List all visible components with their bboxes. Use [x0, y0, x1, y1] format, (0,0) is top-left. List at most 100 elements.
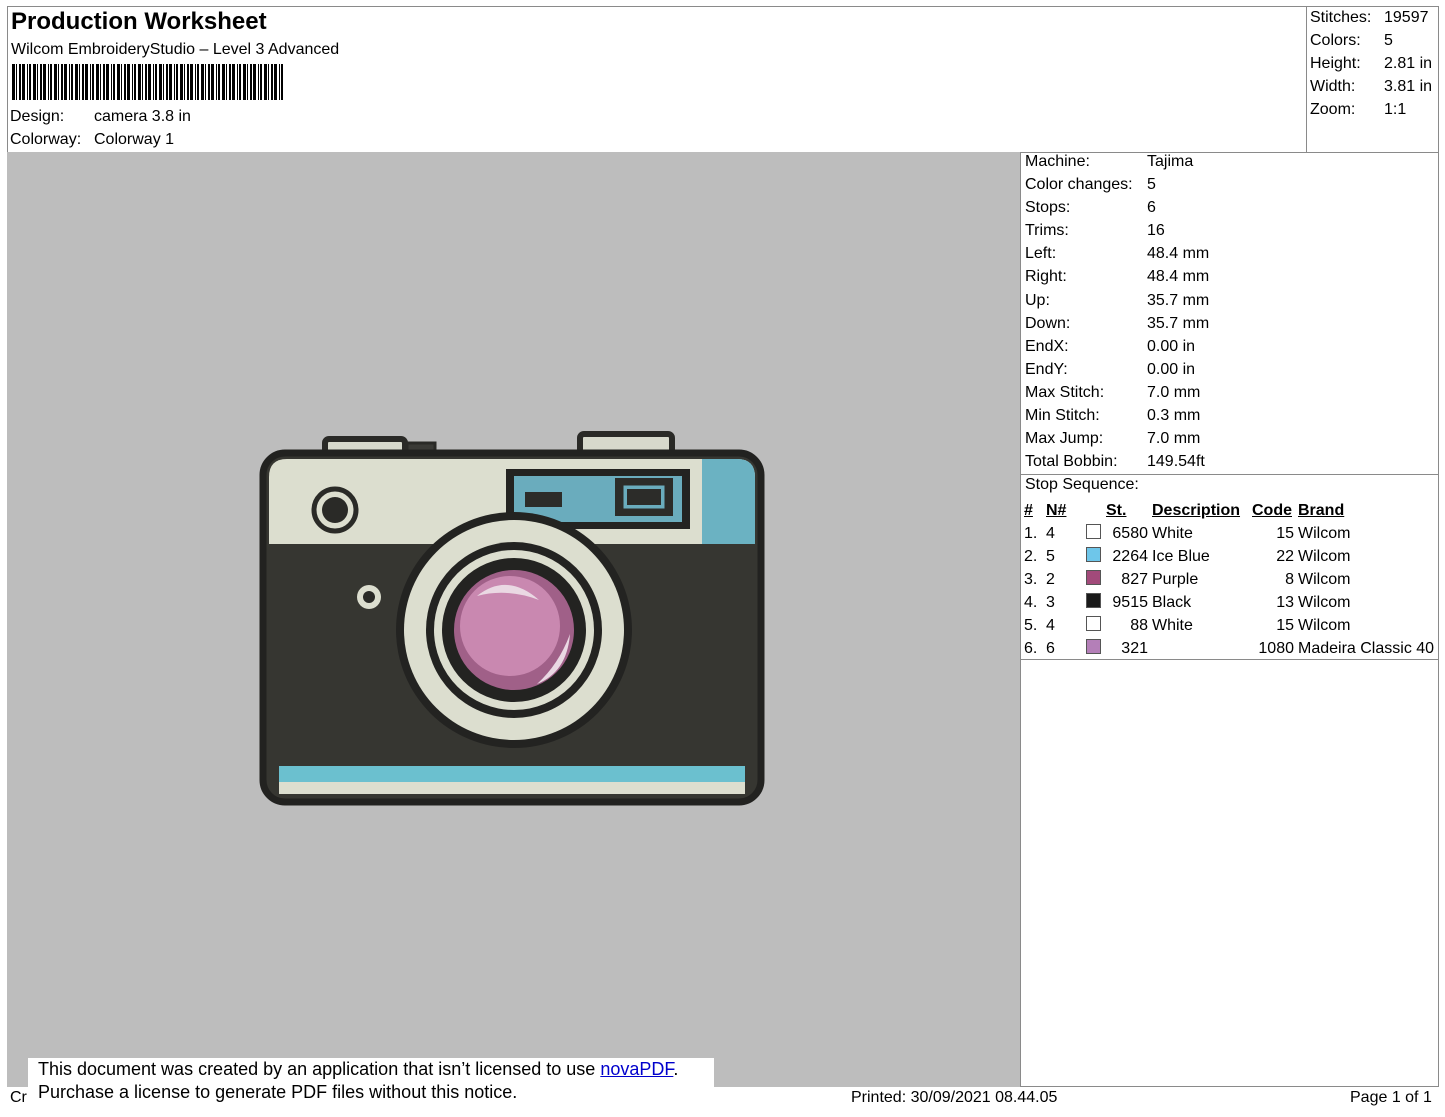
spec-value: 35.7 mm — [1147, 291, 1210, 309]
stat-row: Zoom: 1:1 — [1310, 100, 1432, 123]
row-brand: Wilcom — [1298, 570, 1351, 588]
table-row: 5. 4 88 White 15 Wilcom — [1022, 614, 1436, 637]
table-row: 4. 3 9515 Black 13 Wilcom — [1022, 591, 1436, 614]
stat-row: Height: 2.81 in — [1310, 54, 1432, 77]
row-code: 8 — [1285, 570, 1294, 588]
row-num: 5. — [1024, 616, 1038, 634]
row-needle: 6 — [1046, 639, 1055, 657]
stop-sequence-table: # N# St. Description Code Brand 1. 4 6580 W… — [1022, 499, 1436, 660]
page-number: Page 1 of 1 — [1350, 1089, 1432, 1106]
row-code: 15 — [1276, 616, 1294, 634]
novapdf-link[interactable]: novaPDF — [600, 1059, 673, 1079]
machine-specs: Machine: Tajima Color changes: 5 Stops: 6 Trim… — [1025, 152, 1209, 475]
spec-label: Min Stitch: — [1025, 407, 1100, 425]
spec-label: Trims: — [1025, 222, 1069, 240]
sidebar-frame — [1020, 659, 1439, 1087]
stat-value: 5 — [1384, 32, 1393, 49]
spec-row: Left: 48.4 mm — [1025, 244, 1209, 267]
colorway-row: Colorway: Colorway 1 — [10, 131, 174, 149]
spec-value: Tajima — [1147, 153, 1194, 170]
table-row: 6. 6 321 1080 Madeira Classic 40 — [1022, 637, 1436, 660]
table-row: 2. 5 2264 Ice Blue 22 Wilcom — [1022, 545, 1436, 568]
row-swatch — [1084, 568, 1104, 591]
design-label: Design: — [10, 108, 65, 125]
row-brand: Wilcom — [1298, 524, 1351, 542]
table-row: 1. 4 6580 White 15 Wilcom — [1022, 522, 1436, 545]
spec-value: 7.0 mm — [1147, 383, 1201, 401]
design-preview — [7, 152, 1020, 1087]
design-stats: Stitches: 19597 Colors: 5 Height: 2.81 in W… — [1310, 8, 1432, 123]
notice-line-1: This document was created by an applicat… — [38, 1058, 714, 1081]
spec-label: EndY: — [1025, 360, 1068, 378]
col-header-num: # — [1024, 501, 1033, 519]
spec-label: Stops: — [1025, 199, 1071, 217]
row-brand: Wilcom — [1298, 593, 1351, 611]
spec-value: 0.3 mm — [1147, 407, 1201, 425]
spec-value: 7.0 mm — [1147, 430, 1201, 448]
colorway-label: Colorway: — [10, 131, 82, 148]
col-header-code: Code — [1252, 501, 1292, 519]
notice-text-end: . — [673, 1059, 679, 1079]
spec-value: 6 — [1147, 199, 1156, 217]
stat-value: 1:1 — [1384, 101, 1407, 118]
color-swatch — [1086, 523, 1101, 539]
spec-row: Up: 35.7 mm — [1025, 291, 1209, 314]
row-brand: Madeira Classic 40 — [1298, 639, 1435, 657]
spec-label: Down: — [1025, 314, 1071, 332]
spec-value: 0.00 in — [1147, 360, 1196, 378]
row-stitches: 9515 — [1112, 593, 1148, 611]
row-description — [1150, 637, 1250, 660]
design-row: Design: camera 3.8 in — [10, 108, 191, 126]
spec-value: 48.4 mm — [1147, 245, 1210, 263]
spec-value: 16 — [1147, 222, 1165, 240]
row-description: White — [1152, 616, 1193, 634]
printed-date: Printed: 30/09/2021 08.44.05 — [851, 1089, 1058, 1106]
spec-row: Trims: 16 — [1025, 221, 1209, 244]
row-description: Black — [1152, 593, 1192, 611]
stat-row: Stitches: 19597 — [1310, 8, 1432, 31]
col-header-stitches: St. — [1106, 501, 1127, 519]
spec-label: Max Stitch: — [1025, 383, 1105, 401]
row-needle: 4 — [1046, 524, 1055, 542]
row-swatch — [1084, 591, 1104, 614]
col-header-swatch — [1084, 499, 1104, 522]
stop-sequence-rows: 1. 4 6580 White 15 Wilcom 2. 5 2264 Ice Blue 22 Wil… — [1022, 522, 1436, 660]
row-description: Ice Blue — [1152, 547, 1210, 565]
color-swatch — [1086, 569, 1101, 585]
spec-row: EndX: 0.00 in — [1025, 337, 1209, 360]
spec-value: 35.7 mm — [1147, 314, 1210, 332]
spec-row: Stops: 6 — [1025, 198, 1209, 221]
color-swatch — [1086, 592, 1101, 608]
row-brand: Wilcom — [1298, 547, 1351, 565]
spec-row: Color changes: 5 — [1025, 175, 1209, 198]
stat-label: Colors: — [1310, 32, 1361, 49]
license-notice: This document was created by an applicat… — [28, 1058, 714, 1114]
row-num: 6. — [1024, 639, 1038, 657]
spec-label: EndX: — [1025, 337, 1069, 355]
spec-row: Max Stitch: 7.0 mm — [1025, 383, 1209, 406]
spec-row: EndY: 0.00 in — [1025, 360, 1209, 383]
spec-label: Max Jump: — [1025, 430, 1104, 448]
row-needle: 4 — [1046, 616, 1055, 634]
row-num: 1. — [1024, 524, 1038, 542]
barcode-image — [12, 64, 283, 100]
col-header-needle: N# — [1046, 501, 1067, 519]
table-row: 3. 2 827 Purple 8 Wilcom — [1022, 568, 1436, 591]
row-code: 15 — [1276, 524, 1294, 542]
spec-label: Total Bobbin: — [1025, 453, 1118, 471]
row-stitches: 2264 — [1112, 547, 1148, 565]
row-num: 2. — [1024, 547, 1038, 565]
row-code: 1080 — [1258, 639, 1294, 657]
notice-line-2: Purchase a license to generate PDF files… — [38, 1082, 518, 1102]
row-code: 13 — [1276, 593, 1294, 611]
spec-value: 149.54ft — [1147, 453, 1205, 471]
stat-value: 19597 — [1384, 9, 1429, 26]
row-stitches: 321 — [1121, 639, 1148, 657]
spec-label: Left: — [1025, 245, 1057, 263]
row-stitches: 6580 — [1112, 524, 1148, 542]
colorway-value: Colorway 1 — [94, 131, 175, 148]
stat-value: 2.81 in — [1384, 55, 1433, 72]
spec-row: Min Stitch: 0.3 mm — [1025, 406, 1209, 429]
stat-label: Stitches: — [1310, 9, 1372, 26]
camera-embroidery-image — [259, 431, 765, 806]
